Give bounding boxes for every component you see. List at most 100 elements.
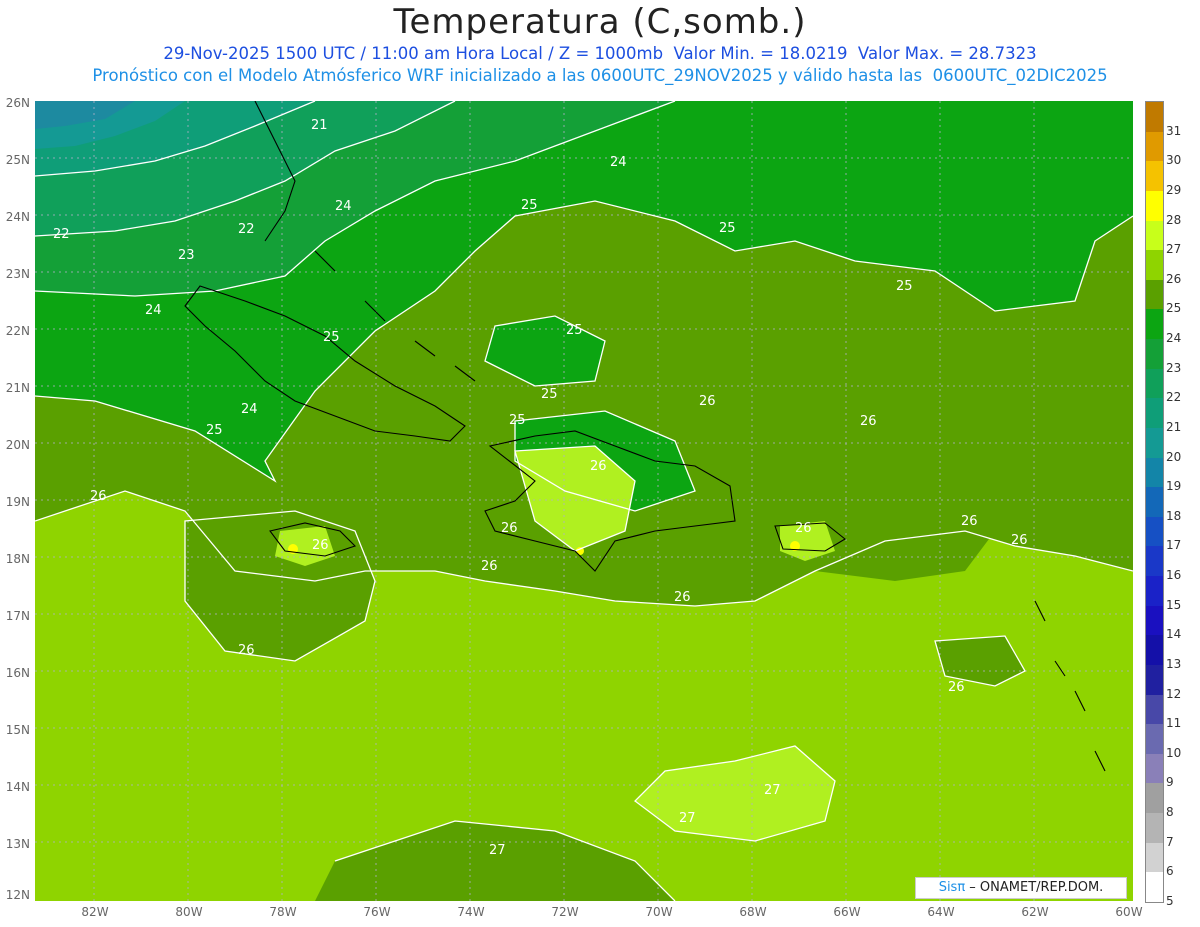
lat-label: 21N xyxy=(5,381,30,395)
colorbar-swatch xyxy=(1146,783,1163,814)
colorbar xyxy=(1145,101,1164,903)
colorbar-swatch xyxy=(1146,635,1163,666)
colorbar-label: 16 xyxy=(1166,568,1182,583)
map-title: Temperatura (C,somb.) xyxy=(393,2,807,42)
valid-time-line: 29-Nov-2025 1500 UTC / 11:00 am Hora Loc… xyxy=(163,44,1037,63)
contour-label: 26 xyxy=(1011,533,1028,548)
contour-label: 24 xyxy=(335,199,352,214)
colorbar-label: 12 xyxy=(1166,686,1182,701)
map-canvas: 21 22 22 23 24 24 24 24 25 25 25 25 25 2… xyxy=(34,100,1134,902)
colorbar-swatch xyxy=(1146,161,1163,192)
colorbar-label: 11 xyxy=(1166,716,1182,731)
contour-label: 25 xyxy=(521,198,538,213)
colorbar-label: 7 xyxy=(1166,834,1174,849)
contour-label: 26 xyxy=(90,489,107,504)
lat-label: 14N xyxy=(5,780,30,794)
contour-label: 26 xyxy=(481,559,498,574)
colorbar-swatch xyxy=(1146,457,1163,488)
contour-label: 25 xyxy=(323,330,340,345)
lon-label: 66W xyxy=(833,905,861,919)
colorbar-swatch xyxy=(1146,664,1163,696)
lon-label: 68W xyxy=(739,905,767,919)
lat-label: 18N xyxy=(5,552,30,566)
lat-label: 22N xyxy=(5,324,30,338)
contour-label: 24 xyxy=(610,155,627,170)
lat-label: 25N xyxy=(5,153,30,167)
contour-label: 26 xyxy=(699,394,716,409)
lat-label: 17N xyxy=(5,609,30,623)
lon-label: 60W xyxy=(1115,905,1143,919)
colorbar-label: 23 xyxy=(1166,360,1182,375)
contour-label: 23 xyxy=(178,248,195,263)
colorbar-label: 21 xyxy=(1166,419,1182,434)
colorbar-label: 15 xyxy=(1166,597,1182,612)
lon-label: 82W xyxy=(81,905,109,919)
credit-box: Sisπ – ONAMET/REP.DOM. xyxy=(915,877,1127,899)
brand-logo: Sisπ xyxy=(938,880,966,895)
contour-label: 27 xyxy=(679,811,696,826)
contour-label: 24 xyxy=(145,303,162,318)
colorbar-label: 6 xyxy=(1166,864,1174,879)
colorbar-swatch xyxy=(1146,131,1163,162)
lat-label: 26N xyxy=(5,96,30,110)
contour-label: 26 xyxy=(948,680,965,695)
contour-label: 26 xyxy=(795,521,812,536)
contour-label: 26 xyxy=(961,514,978,529)
lon-label: 62W xyxy=(1021,905,1049,919)
colorbar-swatch xyxy=(1146,339,1163,370)
contour-label: 21 xyxy=(311,118,328,133)
colorbar-label: 27 xyxy=(1166,242,1182,257)
colorbar-swatch xyxy=(1146,250,1163,281)
lat-label: 19N xyxy=(5,495,30,509)
contour-label: 26 xyxy=(238,643,255,658)
lon-label: 64W xyxy=(927,905,955,919)
lat-label: 12N xyxy=(5,888,30,902)
colorbar-label: 17 xyxy=(1166,538,1182,553)
colorbar-swatch xyxy=(1146,487,1163,518)
colorbar-label: 28 xyxy=(1166,212,1182,227)
lat-label: 16N xyxy=(5,666,30,680)
colorbar-swatch xyxy=(1146,694,1163,725)
temperature-map: 21 22 22 23 24 24 24 24 25 25 25 25 25 2… xyxy=(34,100,1134,902)
colorbar-label: 5 xyxy=(1166,894,1174,908)
lat-label: 20N xyxy=(5,438,30,452)
colorbar-swatch xyxy=(1146,102,1163,133)
lat-label: 15N xyxy=(5,723,30,737)
lon-label: 74W xyxy=(457,905,485,919)
contour-label: 27 xyxy=(764,783,781,798)
contour-label: 22 xyxy=(238,222,255,237)
colorbar-label: 18 xyxy=(1166,508,1182,523)
colorbar-swatch xyxy=(1146,516,1163,547)
colorbar-label: 25 xyxy=(1166,301,1182,316)
contour-label: 25 xyxy=(509,413,526,428)
colorbar-label: 10 xyxy=(1166,745,1182,760)
colorbar-swatch xyxy=(1146,427,1163,459)
colorbar-swatch xyxy=(1146,309,1163,340)
lat-label: 24N xyxy=(5,210,30,224)
colorbar-label: 30 xyxy=(1166,153,1182,168)
lat-label: 23N xyxy=(5,267,30,281)
contour-label: 27 xyxy=(489,843,506,858)
colorbar-label: 19 xyxy=(1166,479,1182,494)
colorbar-label: 29 xyxy=(1166,182,1182,197)
colorbar-swatch xyxy=(1146,724,1163,755)
lon-label: 78W xyxy=(269,905,297,919)
colorbar-swatch xyxy=(1146,842,1163,873)
contour-label: 25 xyxy=(541,387,558,402)
colorbar-swatch xyxy=(1146,872,1163,903)
contour-label: 26 xyxy=(590,459,607,474)
lon-label: 76W xyxy=(363,905,391,919)
contour-label: 22 xyxy=(53,227,70,242)
colorbar-label: 20 xyxy=(1166,449,1182,464)
colorbar-swatch xyxy=(1146,220,1163,251)
credit-text: – ONAMET/REP.DOM. xyxy=(965,880,1104,895)
colorbar-label: 31 xyxy=(1166,123,1182,138)
model-info-line: Pronóstico con el Modelo Atmósferico WRF… xyxy=(92,66,1108,85)
colorbar-swatch xyxy=(1146,605,1163,636)
lon-label: 72W xyxy=(551,905,579,919)
contour-label: 26 xyxy=(312,538,329,553)
colorbar-swatch xyxy=(1146,753,1163,784)
colorbar-swatch xyxy=(1146,279,1163,310)
colorbar-swatch xyxy=(1146,576,1163,607)
colorbar-swatch xyxy=(1146,546,1163,577)
